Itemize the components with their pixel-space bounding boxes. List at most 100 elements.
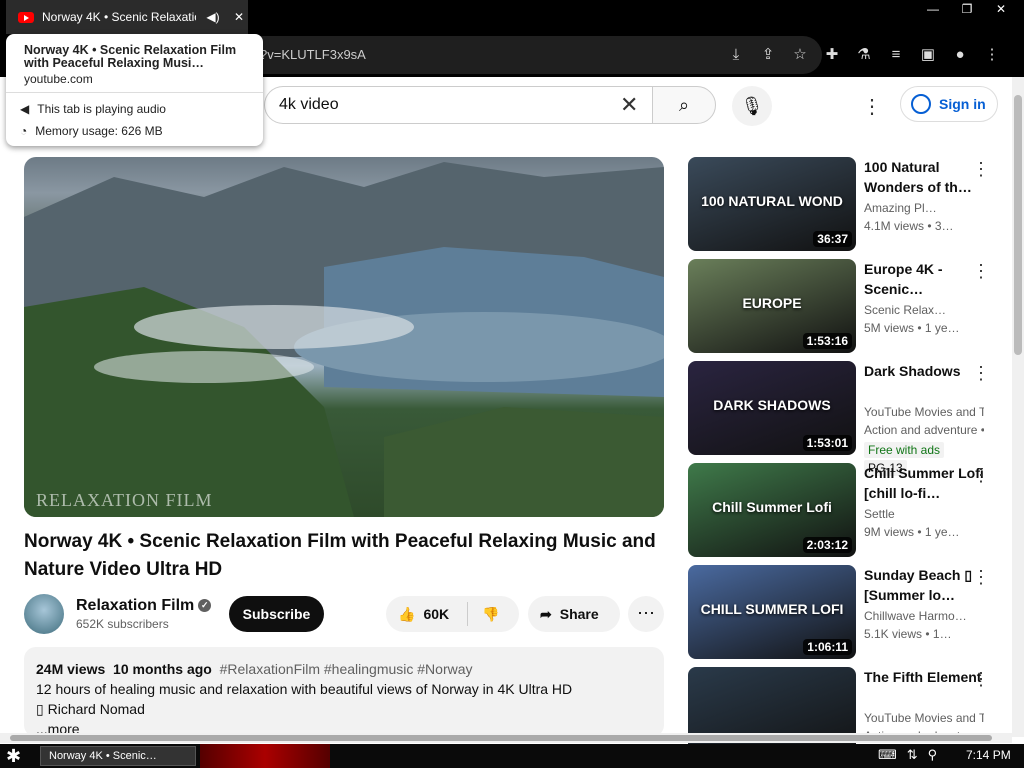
recommendation-menu-icon[interactable]: ⋮ — [972, 261, 990, 282]
channel-avatar[interactable] — [24, 594, 64, 634]
search-icon: ⌕ — [678, 95, 690, 115]
recommendation-meta: 5M views • 1 ye… — [864, 321, 960, 335]
recommendation-channel[interactable]: YouTube Movies and TV — [864, 711, 984, 725]
recommendation-meta: 4.1M views • 3… — [864, 219, 954, 233]
restore-icon[interactable]: ❐ — [954, 2, 980, 18]
recommendation-channel[interactable]: Amazing Pl… — [864, 201, 984, 215]
hashtags[interactable]: #RelaxationFilm #healingmusic #Norway — [220, 661, 473, 677]
more-actions-button[interactable]: ⋯ — [628, 596, 664, 632]
share-button[interactable]: ➦ Share — [528, 596, 620, 632]
memory-icon: ◔ — [20, 124, 28, 138]
description-box[interactable]: 24M views 10 months ago #RelaxationFilm … — [24, 647, 664, 737]
share-label: Share — [559, 606, 599, 622]
recommendation-card[interactable]: Chill Summer Lofi 2:03:12 Chill Summer Lof… — [688, 463, 998, 557]
recommendation-thumbnail[interactable]: Chill Summer Lofi 2:03:12 — [688, 463, 856, 557]
recommendation-card[interactable]: DARK SHADOWS 1:53:01 Dark Shadows YouTube M… — [688, 361, 998, 476]
voice-search-button[interactable]: 🎙 — [732, 86, 772, 126]
recommendation-thumbnail[interactable]: DARK SHADOWS 1:53:01 — [688, 361, 856, 455]
verified-check-icon: ✓ — [198, 599, 212, 613]
recommendation-title[interactable]: The Fifth Element — [864, 667, 984, 707]
system-tray: ⌨ ⇅ ⚲ — [878, 747, 937, 763]
channel-name-row[interactable]: Relaxation Film ✓ — [76, 597, 212, 615]
settings-menu-icon[interactable]: ⋮ — [862, 94, 882, 119]
recommendation-channel[interactable]: Chillwave Harmo… — [864, 609, 984, 623]
recommendation-title[interactable]: Chill Summer Lofi [chill lo-fi… — [864, 463, 984, 503]
horizontal-scrollbar[interactable] — [0, 733, 1012, 743]
recommendation-menu-icon[interactable]: ⋮ — [972, 465, 990, 486]
browser-tab[interactable]: Norway 4K • Scenic Relaxation ◀) ✕ — [6, 0, 248, 34]
video-frame-image — [24, 162, 664, 517]
bookmark-star-icon[interactable]: ☆ — [790, 44, 810, 66]
video-player[interactable]: RELAXATION FILM — [24, 157, 664, 517]
recommendation-channel[interactable]: YouTube Movies and TV — [864, 405, 984, 419]
browser-menu-icon[interactable]: ⋮ — [982, 44, 1002, 66]
channel-name[interactable]: Relaxation Film — [76, 597, 194, 614]
keyboard-icon[interactable]: ⌨ — [878, 747, 897, 763]
recommendation-menu-icon[interactable]: ⋮ — [972, 567, 990, 588]
recommendation-info: Chill Summer Lofi [chill lo-fi… Settle 9M … — [864, 463, 984, 539]
recommendation-title[interactable]: Dark Shadows — [864, 361, 984, 401]
sign-in-button[interactable]: Sign in — [900, 86, 998, 122]
like-button[interactable]: 👍 60K — [386, 602, 468, 626]
vertical-scrollbar[interactable] — [1012, 77, 1024, 737]
extensions-icon[interactable]: ✚ — [822, 44, 842, 66]
recommendation-meta: Action and adventure • — [864, 423, 984, 437]
recommendation-menu-icon[interactable]: ⋮ — [972, 363, 990, 384]
memory-row: ◔ Memory usage: 626 MB — [20, 124, 163, 138]
recommendation-thumbnail[interactable]: CHILL SUMMER LOFI 1:06:11 — [688, 565, 856, 659]
recommendation-card[interactable]: EUROPE 1:53:16 Europe 4K - Scenic… Scenic R… — [688, 259, 998, 353]
recommendation-title[interactable]: Sunday Beach ▯ [Summer lo… — [864, 565, 984, 605]
vertical-scroll-thumb[interactable] — [1014, 95, 1022, 355]
recommendation-meta: 5.1K views • 1… — [864, 627, 952, 641]
subscribe-button[interactable]: Subscribe — [229, 596, 324, 632]
thumbnail-text: Chill Summer Lofi — [712, 499, 832, 515]
clear-search-icon[interactable]: ✕ — [620, 92, 638, 118]
search-tray-icon[interactable]: ⚲ — [928, 747, 938, 763]
recommendation-info: The Fifth ElementYouTube Movies and TVAc… — [864, 667, 984, 743]
thumbnail-text: DARK SHADOWS — [713, 397, 831, 413]
recommendation-title[interactable]: 100 Natural Wonders of th… — [864, 157, 984, 197]
tab-hover-card: Norway 4K • Scenic Relaxation Film with … — [6, 34, 263, 146]
hover-card-domain: youtube.com — [24, 72, 93, 86]
search-input[interactable]: 4k video — [264, 86, 652, 124]
duration-badge: 1:53:16 — [802, 333, 852, 349]
install-icon[interactable]: ⤓ — [726, 44, 746, 66]
recommendation-channel[interactable]: Settle — [864, 507, 984, 521]
start-button[interactable]: ✱ — [6, 746, 21, 767]
audio-icon[interactable]: ◀) — [204, 10, 222, 24]
description-meta: 24M views 10 months ago #RelaxationFilm … — [36, 659, 652, 679]
recommendation-channel[interactable]: Scenic Relax… — [864, 303, 984, 317]
sign-in-label: Sign in — [939, 96, 986, 112]
dislike-button[interactable]: 👎 — [468, 606, 499, 623]
recommendation-card[interactable]: CHILL SUMMER LOFI 1:06:11 Sunday Beach ▯ [… — [688, 565, 998, 659]
horizontal-scroll-thumb[interactable] — [10, 735, 992, 741]
recommendation-meta: 9M views • 1 ye… — [864, 525, 960, 539]
thumbnail-text: EUROPE — [742, 295, 802, 311]
recommendation-menu-icon[interactable]: ⋮ — [972, 669, 990, 690]
media-icon[interactable]: ≡ — [886, 44, 906, 66]
recommendation-card[interactable]: 100 NATURAL WOND 36:37 100 Natural Wonders… — [688, 157, 998, 251]
labs-icon[interactable]: ⚗ — [854, 44, 874, 66]
speaker-icon: ◀ — [20, 102, 30, 116]
network-icon[interactable]: ⇅ — [907, 747, 918, 763]
recommendation-thumbnail[interactable]: EUROPE 1:53:16 — [688, 259, 856, 353]
close-window-icon[interactable]: ✕ — [988, 2, 1014, 18]
like-dislike-group: 👍 60K 👎 — [386, 596, 519, 632]
audio-row: ◀ This tab is playing audio — [20, 102, 166, 116]
recommendation-title[interactable]: Europe 4K - Scenic… — [864, 259, 984, 299]
share-arrow-icon: ➦ — [540, 605, 552, 622]
recommendation-thumbnail[interactable]: 100 NATURAL WOND 36:37 — [688, 157, 856, 251]
share-page-icon[interactable]: ⇪ — [758, 44, 778, 66]
memory-usage: Memory usage: 626 MB — [35, 124, 163, 138]
view-count: 24M views — [36, 661, 106, 677]
profile-icon[interactable]: ● — [950, 44, 970, 66]
search-button[interactable]: ⌕ — [652, 86, 716, 124]
recommendation-info: Dark Shadows YouTube Movies and TV Action … — [864, 361, 984, 477]
person-icon — [911, 94, 931, 114]
recommendation-menu-icon[interactable]: ⋮ — [972, 159, 990, 180]
like-count: 60K — [423, 606, 450, 622]
side-panel-icon[interactable]: ▣ — [918, 44, 938, 66]
close-tab-icon[interactable]: ✕ — [230, 10, 248, 24]
minimize-icon[interactable]: — — [920, 2, 946, 18]
taskbar-window-button[interactable]: Norway 4K • Scenic… — [40, 746, 196, 766]
